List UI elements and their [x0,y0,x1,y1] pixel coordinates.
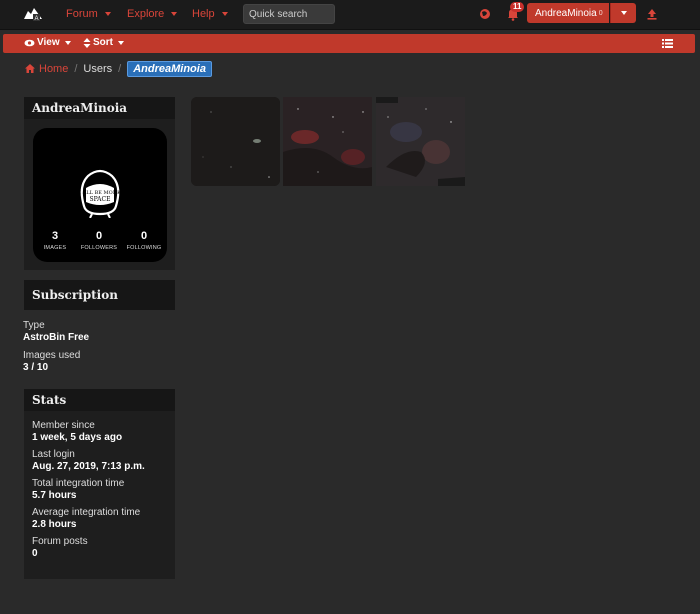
image-thumbnail[interactable] [191,97,280,186]
user-menu-button[interactable]: AndreaMinoia 0 [527,3,609,23]
following-label: FOLLOWING [126,245,162,251]
breadcrumb-users[interactable]: Users [83,63,112,75]
eye-icon [24,39,35,46]
milky-way-image [376,97,465,186]
following-stat[interactable]: 0 FOLLOWING [122,230,166,251]
followers-stat[interactable]: 0 FOLLOWERS [77,230,121,251]
last-login-label: Last login [32,449,75,460]
followers-label: FOLLOWERS [80,245,118,251]
nav-help[interactable]: Help [192,8,228,20]
svg-text:SPACE: SPACE [90,196,111,203]
user-menu-toggle[interactable] [610,3,636,23]
nebula-image [283,97,372,186]
toolbar: View Sort [3,34,695,53]
username-label: AndreaMinoia [535,7,597,19]
sort-label: Sort [93,37,113,48]
subscription-title: Subscription [24,280,175,310]
last-login-value: Aug. 27, 2019, 7:13 p.m. [32,461,145,472]
image-thumbnail[interactable] [376,97,465,186]
nav-forum-label: Forum [66,8,98,20]
avatar[interactable]: I ALL BE MONK SPACE [76,166,124,218]
followers-count: 0 [95,230,103,242]
subscription-type-value: AstroBin Free [23,332,90,343]
member-since-label: Member since [32,420,95,431]
top-navbar: A Forum Explore Help 11 AndreaMinoia 0 [0,0,700,30]
images-stat[interactable]: 3 IMAGES [33,230,77,251]
chevron-down-icon [118,40,124,45]
user-status-dot: 0 [598,9,603,17]
subscription-details: Type AstroBin Free Images used 3 / 10 [23,320,89,373]
image-thumbnail[interactable] [283,97,372,186]
notifications-badge: 11 [510,2,525,12]
nav-help-label: Help [192,8,215,20]
astrobin-logo-icon[interactable]: A [22,5,44,23]
sort-icon [83,37,91,48]
search-input[interactable] [243,4,335,24]
following-count: 0 [140,230,148,242]
total-integration-value: 5.7 hours [32,490,77,501]
images-used-value: 3 / 10 [23,362,49,373]
chevron-down-icon [104,12,111,16]
profile-card: I ALL BE MONK SPACE 3 IMAGES 0 FOLLOWERS… [33,128,167,262]
globe-icon[interactable] [478,7,492,21]
svg-text:A: A [34,16,38,22]
chevron-down-icon [221,12,228,16]
chevron-down-icon [64,40,71,45]
member-since-value: 1 week, 5 days ago [32,432,123,443]
sort-dropdown[interactable]: Sort [83,37,124,48]
images-used-label: Images used [23,350,81,361]
avg-integration-label: Average integration time [32,507,141,518]
stats-title: Stats [24,389,175,411]
galaxy-image [191,97,280,186]
list-view-icon[interactable] [662,39,673,48]
total-integration-label: Total integration time [32,478,125,489]
breadcrumb-home-label: Home [39,62,69,75]
breadcrumb-separator: / [118,62,122,75]
images-count: 3 [51,230,59,242]
nav-explore[interactable]: Explore [127,8,178,20]
profile-name: AndreaMinoia [24,97,175,119]
chevron-down-icon [171,12,178,16]
subscription-panel: Subscription [24,280,175,310]
forum-posts-label: Forum posts [32,536,88,547]
view-label: View [37,37,60,48]
images-label: IMAGES [43,245,67,251]
subscription-type-label: Type [23,320,45,331]
nav-explore-label: Explore [127,8,165,20]
breadcrumb-home[interactable]: Home [25,63,68,75]
nav-forum[interactable]: Forum [66,8,111,20]
avg-integration-value: 2.8 hours [32,519,77,530]
forum-posts-value: 0 [32,548,38,559]
breadcrumb-separator: / [74,62,78,75]
breadcrumb-current: AndreaMinoia [127,60,212,77]
chevron-down-icon [621,11,627,15]
breadcrumb: Home / Users / AndreaMinoia [25,60,212,77]
view-dropdown[interactable]: View [24,37,71,48]
stats-panel: Stats Member since 1 week, 5 days ago La… [24,389,175,579]
home-icon [25,64,35,73]
upload-icon[interactable] [645,7,659,21]
